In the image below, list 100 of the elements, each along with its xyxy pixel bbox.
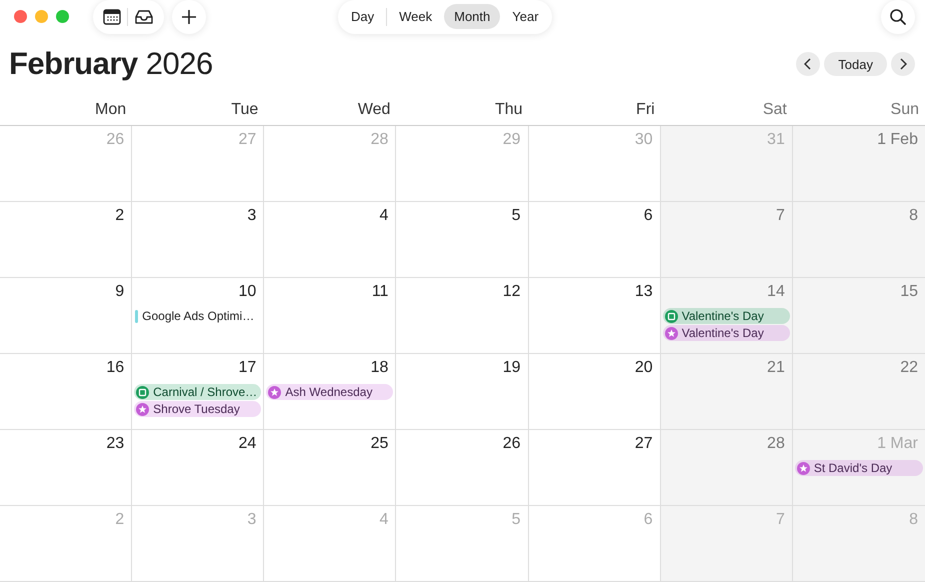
add-button[interactable] [172,0,206,34]
day-number: 11 [372,283,390,301]
day-number: 22 [900,359,919,377]
day-number: 29 [502,131,522,149]
day-cell[interactable]: 3 [132,202,264,278]
day-number: 10 [238,283,258,301]
day-number: 18 [370,359,390,377]
month-title: February 2026 [9,46,213,82]
close-button[interactable] [14,10,27,23]
day-number: 6 [644,511,654,529]
day-number: 4 [380,511,390,529]
day-number: 27 [238,131,258,149]
chevron-right-icon [899,58,907,70]
event-title: Shrove Tuesday [153,402,240,416]
search-icon [889,8,907,26]
event[interactable]: St David's Day [794,460,923,476]
day-number: 8 [909,207,919,225]
event[interactable]: Shrove Tuesday [134,401,262,417]
day-number: 6 [644,207,654,225]
day-number: 20 [634,359,654,377]
day-cell[interactable]: 18 Ash Wednesday [264,354,396,430]
day-cell[interactable]: 22 [792,354,925,430]
event-title: Carnival / Shrove… [153,385,258,399]
today-button[interactable]: Today [824,52,887,76]
search-button[interactable] [881,0,915,34]
day-number: 1 Mar [877,435,919,453]
day-cell[interactable]: 9 [0,278,132,354]
weekday-label: Sun [890,101,919,119]
weekday-label: Wed [358,101,390,119]
day-cell[interactable]: 12 [396,278,529,354]
day-cell[interactable]: 2 [0,202,132,278]
day-number: 2 [115,511,126,529]
day-number: 30 [634,131,654,149]
day-number: 26 [106,131,126,149]
day-number: 15 [900,283,919,301]
day-cell[interactable]: 24 [132,430,264,506]
day-cell[interactable]: 5 [396,202,529,278]
day-cell[interactable]: 19 [396,354,529,430]
event[interactable]: Google Ads Optimi… [134,308,262,324]
view-tab[interactable]: Day [341,4,384,29]
weekday-label: Sat [762,101,787,119]
day-number: 13 [634,283,654,301]
event-title: Google Ads Optimi… [142,309,254,323]
event-title: Valentine's Day [682,326,764,340]
day-number: 1 Feb [877,131,919,149]
day-cell[interactable]: 7 [660,202,793,278]
day-cell[interactable]: 21 [660,354,793,430]
weekday-label: Fri [636,101,655,119]
event[interactable]: Ash Wednesday [266,384,394,400]
day-cell[interactable]: 14 Valentine's Day Valentine's Day [660,278,793,354]
day-number: 31 [767,131,786,149]
day-number: 17 [238,359,258,377]
day-cell[interactable]: 1 Feb [792,126,925,202]
chevron-left-icon [804,58,812,70]
day-number: 27 [634,435,654,453]
event[interactable]: Carnival / Shrove… [134,384,262,400]
day-cell[interactable]: 16 [0,354,132,430]
day-cell[interactable]: 8 [792,202,925,278]
event-title: Ash Wednesday [285,385,372,399]
day-number: 8 [909,511,919,529]
next-button[interactable] [891,52,915,76]
day-number: 24 [238,435,258,453]
day-number: 25 [370,435,390,453]
day-number: 26 [502,435,522,453]
event[interactable]: Valentine's Day [662,325,790,341]
day-cell[interactable]: 4 [264,202,396,278]
day-number: 12 [502,283,522,301]
day-number: 5 [512,511,522,529]
view-tab[interactable]: Week [389,4,442,29]
weekday-label: Tue [231,101,258,119]
day-cell[interactable]: 25 [264,430,396,506]
view-tab[interactable]: Year [502,4,549,29]
event-title: Valentine's Day [682,309,764,323]
day-cell[interactable]: 26 [396,430,529,506]
day-cell[interactable]: 1 Mar St David's Day [792,430,925,506]
day-cell[interactable]: 23 [0,430,132,506]
day-cell[interactable]: 15 [792,278,925,354]
day-number: 23 [106,435,126,453]
previous-button[interactable] [796,52,820,76]
day-number: 2 [115,207,126,225]
day-number: 21 [767,359,786,377]
day-cell[interactable]: 11 [264,278,396,354]
day-number: 5 [512,207,522,225]
day-number: 14 [767,283,786,301]
view-tab[interactable]: Month [444,4,500,29]
day-cell[interactable]: 17 Carnival / Shrove… Shrove Tuesday [132,354,264,430]
day-number: 16 [106,359,126,377]
event[interactable]: Valentine's Day [662,308,790,324]
day-number: 7 [776,511,786,529]
day-number: 7 [776,207,786,225]
day-number: 19 [502,359,522,377]
day-number: 28 [767,435,786,453]
day-cell[interactable]: 10 Google Ads Optimi… [132,278,264,354]
day-number: 28 [370,131,390,149]
weekday-label: Mon [95,101,126,119]
day-cell[interactable]: 28 [660,430,793,506]
weekday-label: Thu [494,101,523,119]
plus-icon [181,8,197,24]
day-number: 3 [247,511,258,529]
event-title: St David's Day [814,461,892,475]
